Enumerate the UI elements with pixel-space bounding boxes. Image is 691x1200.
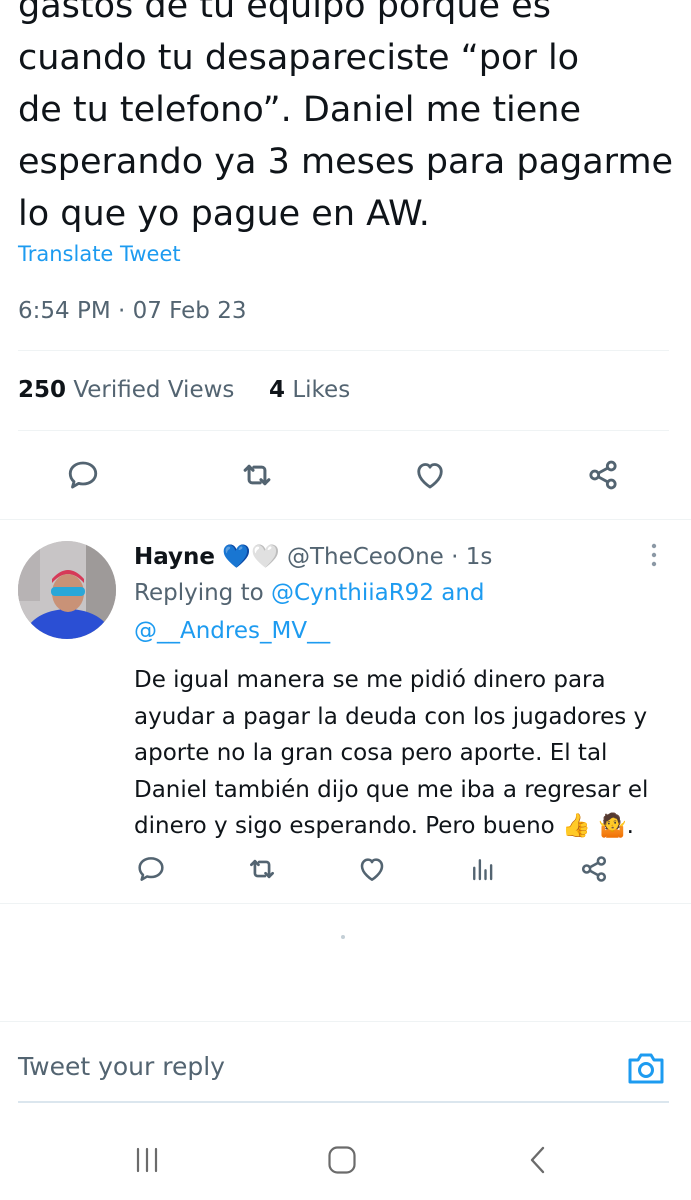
display-name[interactable]: Hayne bbox=[134, 544, 215, 570]
reply-button[interactable] bbox=[126, 844, 176, 894]
camera-icon bbox=[628, 1053, 664, 1084]
retweet-icon bbox=[243, 464, 271, 486]
reply-text-line: ayudar a pagar la deuda con los jugadore… bbox=[134, 703, 648, 730]
reply-action-bar bbox=[0, 844, 691, 894]
reply-time: · 1s bbox=[451, 544, 493, 570]
home-icon bbox=[328, 1146, 356, 1174]
reply-header: Hayne 💙🤍 @TheCeoOne · 1s bbox=[134, 540, 674, 574]
heart-icon bbox=[360, 858, 384, 881]
system-navigation-bar bbox=[0, 1130, 691, 1190]
divider bbox=[0, 519, 691, 520]
more-vertical-icon[interactable] bbox=[646, 542, 662, 568]
back-icon bbox=[530, 1146, 545, 1174]
reply-input[interactable]: Tweet your reply bbox=[18, 1052, 225, 1081]
recent-apps-button[interactable] bbox=[127, 1140, 167, 1180]
verified-badges: 💙🤍 bbox=[222, 544, 280, 570]
reply-bubble-icon bbox=[138, 857, 164, 881]
share-button[interactable] bbox=[569, 844, 619, 894]
reply-text-line: dinero y sigo esperando. Pero bueno 👍 🤷. bbox=[134, 813, 634, 839]
reply-text-line: De igual manera se me pidió dinero para bbox=[134, 667, 606, 693]
like-button[interactable] bbox=[405, 450, 455, 500]
likes-label[interactable]: Likes bbox=[292, 377, 350, 403]
views-chart-icon bbox=[473, 859, 493, 881]
heart-icon bbox=[417, 463, 443, 489]
reply-button[interactable] bbox=[58, 450, 108, 500]
reply-text: De igual manera se me pidió dinero para … bbox=[134, 662, 674, 845]
reply-bubble-icon bbox=[68, 461, 98, 489]
tweet-text: gastos de tu equipo porque es cuando tu … bbox=[18, 0, 678, 240]
tweet-text-line: lo que yo pague en AW. bbox=[18, 194, 430, 234]
tweet-timestamp[interactable]: 6:54 PM · 07 Feb 23 bbox=[18, 298, 246, 324]
divider bbox=[18, 430, 669, 431]
likes-count: 4 bbox=[269, 377, 286, 403]
like-button[interactable] bbox=[347, 844, 397, 894]
reply-text-line: Daniel también dijo que me iba a regresa… bbox=[134, 776, 649, 803]
translate-tweet-link[interactable]: Translate Tweet bbox=[18, 242, 181, 266]
views-count: 250 bbox=[18, 377, 67, 403]
back-button[interactable] bbox=[518, 1140, 558, 1180]
tweet-text-line: cuando tu desapareciste “por lo bbox=[18, 38, 580, 78]
tweet-text-line: gastos de tu equipo porque es bbox=[18, 0, 551, 26]
replying-prefix: Replying to bbox=[134, 580, 264, 606]
tweet-action-bar bbox=[0, 450, 691, 500]
home-button[interactable] bbox=[322, 1140, 362, 1180]
reply-input-underline bbox=[18, 1101, 669, 1103]
tweet-stats: 250 Verified Views 4 Likes bbox=[18, 377, 350, 403]
avatar-image bbox=[18, 541, 116, 639]
views-button[interactable] bbox=[458, 844, 508, 894]
mention-link[interactable]: @__Andres_MV__ bbox=[134, 618, 330, 644]
avatar[interactable] bbox=[18, 541, 116, 639]
retweet-button[interactable] bbox=[232, 450, 282, 500]
camera-button[interactable] bbox=[626, 1050, 666, 1086]
views-label[interactable]: Verified Views bbox=[73, 377, 234, 403]
reply-text-line: aporte no la gran cosa pero aporte. El t… bbox=[134, 740, 608, 766]
divider bbox=[0, 903, 691, 904]
share-icon bbox=[581, 856, 607, 882]
replying-to: Replying to @CynthiiaR92 and @__Andres_M… bbox=[134, 574, 674, 650]
tweet-text-line: de tu telefono”. Daniel me tiene bbox=[18, 90, 582, 130]
and-word: and bbox=[441, 580, 485, 606]
retweet-icon bbox=[250, 859, 274, 879]
composer-top-border bbox=[0, 1021, 691, 1022]
share-icon bbox=[589, 460, 617, 490]
tweet-text-line: esperando ya 3 meses para pagarme bbox=[18, 142, 674, 182]
reply-tweet[interactable]: Hayne 💙🤍 @TheCeoOne · 1s Replying to @Cy… bbox=[134, 540, 674, 845]
loading-indicator bbox=[341, 935, 345, 939]
recent-apps-icon bbox=[136, 1147, 158, 1173]
user-handle[interactable]: @TheCeoOne bbox=[287, 544, 444, 570]
mention-link[interactable]: @CynthiiaR92 bbox=[271, 580, 434, 606]
share-button[interactable] bbox=[578, 450, 628, 500]
divider bbox=[18, 350, 669, 351]
retweet-button[interactable] bbox=[237, 844, 287, 894]
